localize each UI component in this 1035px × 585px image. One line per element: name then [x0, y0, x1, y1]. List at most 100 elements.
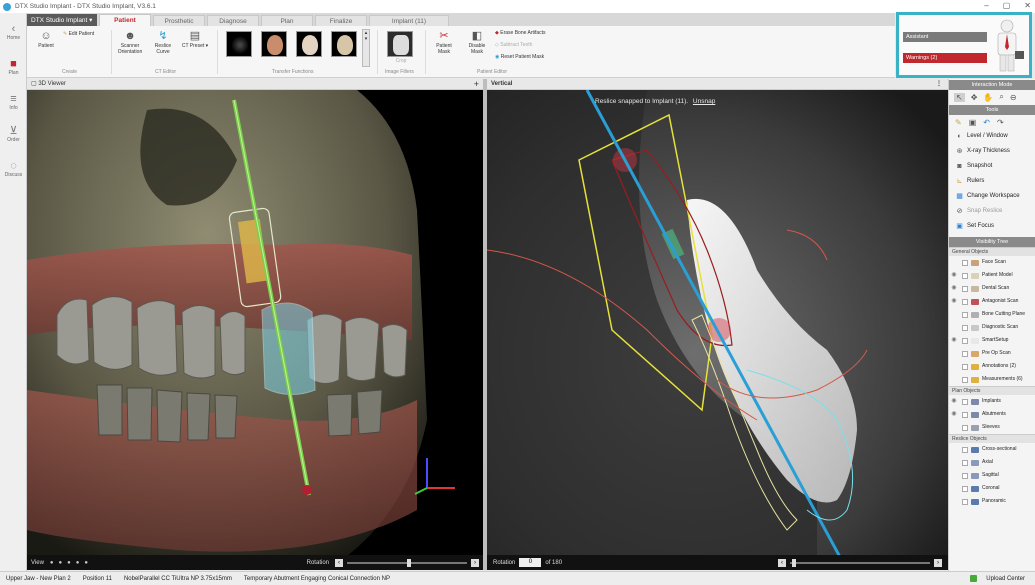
- eye-icon[interactable]: ◉: [949, 395, 959, 408]
- vertical-slider-thumb[interactable]: [792, 558, 796, 567]
- visibility-item-sleeves[interactable]: Sleeves: [949, 421, 1035, 434]
- edit-patient-button[interactable]: ✎ Edit Patient: [63, 31, 107, 37]
- tab-prosthetic[interactable]: Prosthetic: [153, 15, 205, 26]
- checkbox[interactable]: [962, 259, 968, 266]
- pan-icon[interactable]: ✋: [983, 93, 993, 102]
- save-icon[interactable]: ▣: [969, 118, 977, 127]
- visibility-item-dental-scan[interactable]: ◉ Dental Scan: [949, 282, 1035, 295]
- visibility-item-preop-scan[interactable]: Pre Op Scan: [949, 347, 1035, 360]
- rotation-right-button[interactable]: ›: [471, 558, 479, 567]
- reslice-curve-button[interactable]: ↯ Reslice Curve: [149, 29, 177, 55]
- visibility-item-annotations[interactable]: Annotations (2): [949, 360, 1035, 373]
- view-preset-icons[interactable]: ●●●●●: [50, 560, 93, 566]
- tool-level-window[interactable]: ◐ Level / Window: [949, 129, 1035, 144]
- sidebar-item-discuss[interactable]: ◌ Discuss: [0, 160, 27, 178]
- erase-artifacts-button[interactable]: ◆ Erase Bone Artifacts: [495, 30, 565, 36]
- close-button[interactable]: ✕: [1024, 1, 1031, 10]
- rotation-left-button[interactable]: ‹: [335, 558, 343, 567]
- zoom-out-icon[interactable]: ⊖: [1010, 93, 1017, 102]
- brush-icon[interactable]: ✎: [955, 118, 962, 127]
- checkbox[interactable]: [962, 459, 968, 466]
- disable-mask-button[interactable]: ◧ Disable Mask: [463, 29, 491, 55]
- assistant-title[interactable]: Assistant: [903, 32, 987, 42]
- tool-rulers[interactable]: ⊾ Rulers: [949, 174, 1035, 189]
- view-menu-icon[interactable]: ⋮: [936, 79, 942, 90]
- eye-icon[interactable]: ◉: [949, 334, 959, 347]
- visibility-item-bone-cutting[interactable]: Bone Cutting Plane: [949, 308, 1035, 321]
- pointer-icon[interactable]: ↖: [954, 92, 965, 102]
- upload-center-button[interactable]: Upload Center: [964, 575, 1031, 582]
- tab-diagnose[interactable]: Diagnose: [207, 15, 259, 26]
- zoom-icon[interactable]: ⌕: [999, 92, 1003, 102]
- product-selector[interactable]: DTX Studio Implant ▾: [27, 14, 97, 26]
- minimize-button[interactable]: –: [984, 1, 988, 10]
- checkbox[interactable]: [962, 363, 968, 370]
- checkbox[interactable]: [962, 472, 968, 479]
- transfer-thumb-1[interactable]: [226, 31, 252, 57]
- visibility-item-implants[interactable]: ◉ Implants: [949, 395, 1035, 408]
- move-icon[interactable]: ✥: [971, 93, 978, 102]
- checkbox[interactable]: [962, 424, 968, 431]
- checkbox[interactable]: [962, 298, 968, 305]
- tab-plan[interactable]: Plan: [261, 15, 313, 26]
- visibility-item-diagnostic-scan[interactable]: Diagnostic Scan: [949, 321, 1035, 334]
- checkbox[interactable]: [962, 485, 968, 492]
- transfer-thumb-2[interactable]: [261, 31, 287, 57]
- checkbox[interactable]: [962, 285, 968, 292]
- add-view-button[interactable]: +: [474, 79, 479, 90]
- visibility-item-measurements[interactable]: Measurements (6): [949, 373, 1035, 386]
- warnings-badge[interactable]: Warnings (2): [903, 53, 987, 63]
- unsnap-link[interactable]: Unsnap: [693, 98, 715, 105]
- visibility-item-cross-sectional[interactable]: Cross-sectional: [949, 443, 1035, 456]
- eye-icon[interactable]: ◉: [949, 408, 959, 421]
- checkbox[interactable]: [962, 324, 968, 331]
- scanner-orientation-button[interactable]: ☻ Scanner Orientation: [115, 29, 145, 55]
- checkbox[interactable]: [962, 350, 968, 357]
- transfer-thumb-4[interactable]: [331, 31, 357, 57]
- visibility-item-face-scan[interactable]: Face Scan: [949, 256, 1035, 269]
- sidebar-item-order[interactable]: ⊻ Order: [0, 125, 27, 143]
- image-filter-thumb[interactable]: [387, 31, 413, 57]
- visibility-item-panoramic[interactable]: Panoramic: [949, 495, 1035, 508]
- visibility-item-abutments[interactable]: ◉ Abutments: [949, 408, 1035, 421]
- rotation-slider-thumb[interactable]: [407, 558, 411, 567]
- sidebar-item-plan[interactable]: ■ Plan: [0, 58, 27, 76]
- visibility-item-coronal[interactable]: Coronal: [949, 482, 1035, 495]
- transfer-thumb-3[interactable]: [296, 31, 322, 57]
- ct-preset-button[interactable]: ▤ CT Preset ▾: [181, 29, 209, 49]
- tab-finalize[interactable]: Finalize: [315, 15, 367, 26]
- rotation-slider[interactable]: [347, 558, 467, 567]
- vertical-rotation-slider[interactable]: [790, 558, 930, 567]
- tab-patient[interactable]: Patient: [99, 14, 151, 26]
- visibility-item-antagonist-scan[interactable]: ◉ Antagonist Scan: [949, 295, 1035, 308]
- subtract-teeth-button[interactable]: ◇ Subtract Teeth: [495, 42, 565, 48]
- reset-mask-button[interactable]: ◉ Reset Patient Mask: [495, 54, 565, 60]
- patient-button[interactable]: ☺ Patient: [32, 29, 60, 49]
- checkbox[interactable]: [962, 311, 968, 318]
- visibility-item-smartsetup[interactable]: ◉ SmartSetup: [949, 334, 1035, 347]
- maximize-button[interactable]: ▢: [1003, 1, 1011, 10]
- undo-icon[interactable]: ↶: [983, 118, 990, 127]
- visibility-item-sagittal[interactable]: Sagittal: [949, 469, 1035, 482]
- checkbox[interactable]: [962, 376, 968, 383]
- checkbox[interactable]: [962, 446, 968, 453]
- tool-snap-reslice[interactable]: ⊘ Snap Reslice: [949, 204, 1035, 219]
- checkbox[interactable]: [962, 337, 968, 344]
- tool-change-workspace[interactable]: ▦ Change Workspace: [949, 189, 1035, 204]
- eye-icon[interactable]: ◉: [949, 282, 959, 295]
- crop-button[interactable]: Crop: [389, 58, 413, 64]
- patient-mask-button[interactable]: ✂ Patient Mask: [430, 29, 458, 55]
- visibility-item-patient-model[interactable]: ◉ Patient Model: [949, 269, 1035, 282]
- vertical-rotation-right-button[interactable]: ›: [934, 558, 942, 567]
- checkbox[interactable]: [962, 272, 968, 279]
- vertical-rotation-left-button[interactable]: ‹: [778, 558, 786, 567]
- visibility-item-axial[interactable]: Axial: [949, 456, 1035, 469]
- transfer-scroll[interactable]: ▴ ▾: [362, 29, 370, 67]
- sidebar-item-info[interactable]: ≡ Info: [0, 93, 27, 111]
- sidebar-item-home[interactable]: ‹ Home: [0, 23, 27, 41]
- tab-implant[interactable]: Implant (11): [369, 15, 449, 26]
- eye-icon[interactable]: ◉: [949, 269, 959, 282]
- rotation-value-input[interactable]: 0: [519, 558, 542, 567]
- checkbox[interactable]: [962, 411, 968, 418]
- tool-snapshot[interactable]: ◙ Snapshot: [949, 159, 1035, 174]
